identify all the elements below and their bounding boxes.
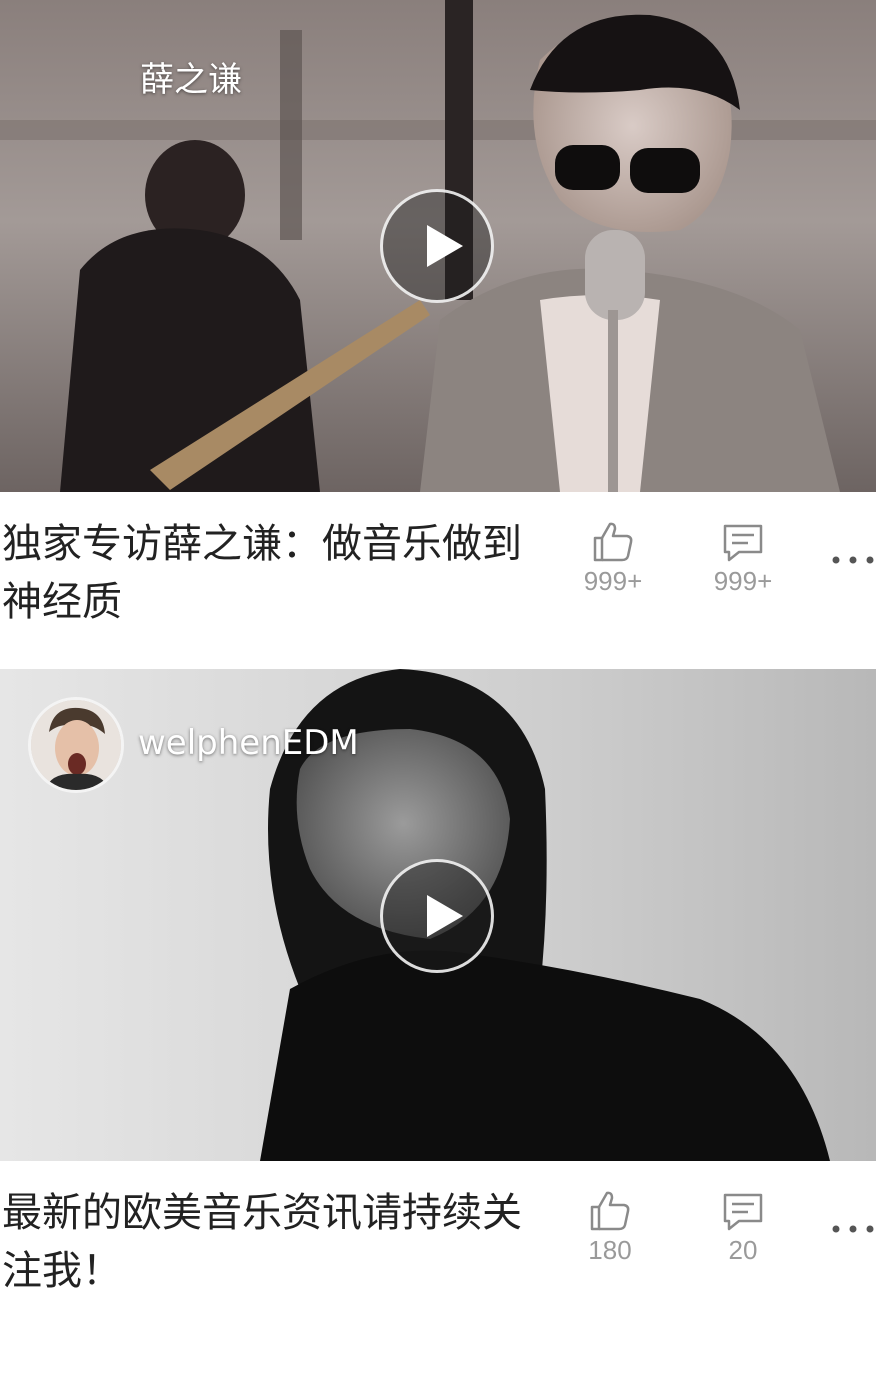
comment-count: 999+ [713,566,773,596]
play-icon [427,895,463,937]
play-button[interactable] [380,189,494,303]
comment-count: 20 [728,1235,758,1265]
comment-icon [723,1193,763,1231]
more-dots-icon [832,1225,874,1233]
video-card: welphenEDM 最新的欧美音乐资讯请持续关注我！ 180 20 [0,669,876,1329]
video-thumbnail[interactable]: 薛之谦 [0,0,876,492]
avatar-image [31,700,121,790]
more-button[interactable] [826,545,876,575]
like-button[interactable]: 999+ [568,520,658,597]
comment-icon [723,524,763,562]
thumbs-up-icon [593,522,633,562]
comment-button[interactable]: 20 [698,1189,788,1266]
video-title[interactable]: 独家专访薛之谦：做音乐做到神经质 [2,515,522,631]
play-button[interactable] [380,859,494,973]
author-name[interactable]: welphenEDM [138,723,359,763]
like-count: 999+ [583,566,643,596]
more-dots-icon [832,556,874,564]
more-button[interactable] [826,1214,876,1244]
avatar[interactable] [28,697,124,793]
author-name[interactable]: 薛之谦 [140,52,242,101]
play-icon [427,225,463,267]
thumbs-up-icon [590,1191,630,1231]
video-card: 薛之谦 独家专访薛之谦：做音乐做到神经质 999+ 999+ [0,0,876,640]
video-title[interactable]: 最新的欧美音乐资讯请持续关注我！ [2,1184,522,1300]
like-count: 180 [588,1235,632,1265]
like-button[interactable]: 180 [565,1189,655,1266]
video-thumbnail[interactable]: welphenEDM [0,669,876,1161]
comment-button[interactable]: 999+ [698,520,788,597]
